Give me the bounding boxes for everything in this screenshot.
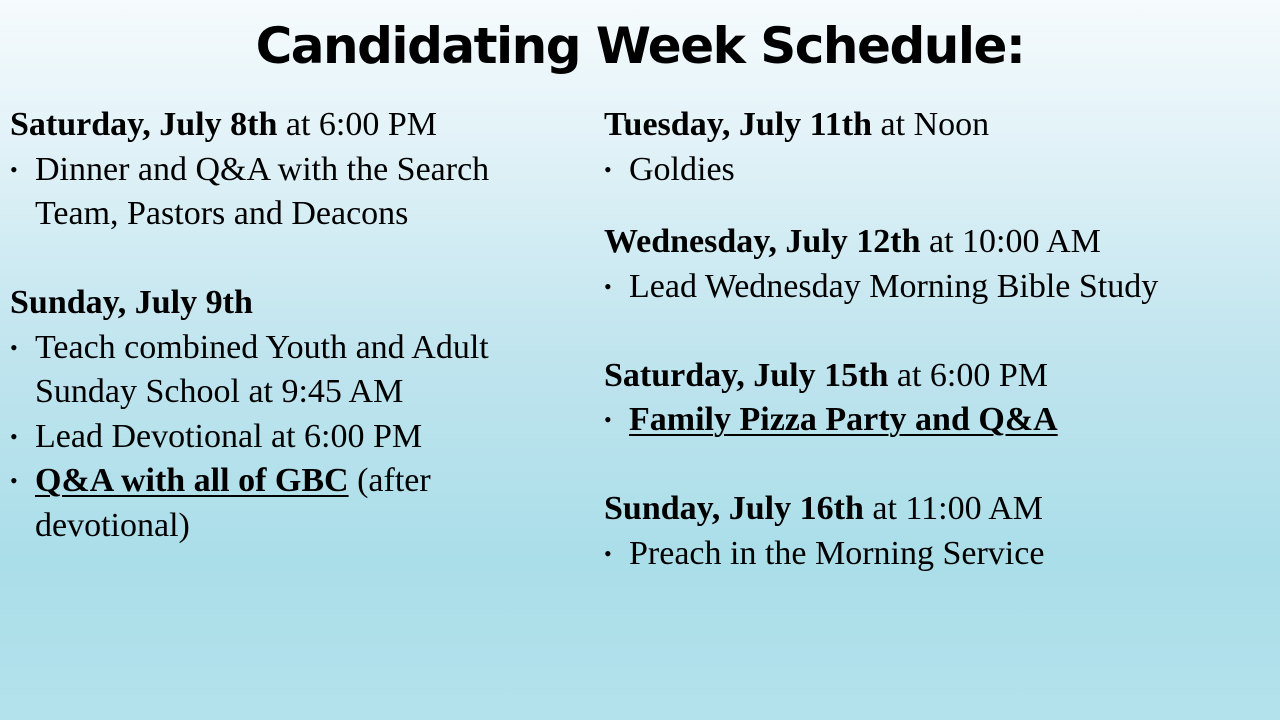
event-heading: Sunday, July 16th at 11:00 AM	[604, 487, 1274, 532]
event-time: at 11:00 AM	[872, 490, 1043, 527]
event-day: Sunday, July 9th	[10, 284, 253, 321]
event-saturday-july-15: Saturday, July 15th at 6:00 PM • Family …	[604, 354, 1274, 443]
item-line: Team, Pastors and Deacons	[35, 195, 409, 232]
item-line: Teach combined Youth and Adult	[35, 328, 489, 366]
item-line: Dinner and Q&A with the Search	[35, 150, 490, 188]
event-time: at 10:00 AM	[928, 223, 1101, 260]
event-heading: Saturday, July 15th at 6:00 PM	[604, 354, 1274, 399]
bullet-icon: •	[10, 423, 18, 449]
item-line: Lead Wednesday Morning Bible Study	[629, 267, 1159, 305]
list-item: • Family Pizza Party and Q&A	[604, 398, 1274, 443]
item-line: Lead Devotional at 6:00 PM	[35, 417, 423, 455]
slide-title: Candidating Week Schedule:	[255, 17, 1026, 75]
emphasis-text: Q&A with all of GBC	[35, 462, 349, 499]
event-sunday-july-9: Sunday, July 9th • Teach combined Youth …	[10, 281, 600, 548]
event-heading: Sunday, July 9th	[10, 281, 600, 326]
list-item: • Lead Wednesday Morning Bible Study	[604, 265, 1274, 310]
item-line: Sunday School at 9:45 AM	[35, 373, 404, 410]
event-time: at 6:00 PM	[285, 106, 437, 143]
item-line: Family Pizza Party and Q&A	[622, 398, 1274, 443]
event-sunday-july-16: Sunday, July 16th at 11:00 AM • Preach i…	[604, 487, 1274, 576]
item-line: devotional)	[35, 506, 190, 544]
item-line: Preach in the Morning Service	[629, 534, 1045, 572]
left-column: Saturday, July 8th at 6:00 PM • Dinner a…	[10, 103, 600, 548]
bullet-icon: •	[604, 540, 612, 566]
bullet-icon: •	[604, 273, 612, 299]
event-heading: Saturday, July 8th at 6:00 PM	[10, 103, 600, 148]
event-time: at Noon	[880, 106, 990, 143]
list-item: • Preach in the Morning Service	[604, 532, 1274, 577]
event-tuesday-july-11: Tuesday, July 11th at Noon • Goldies	[604, 103, 1274, 192]
right-column: Tuesday, July 11th at Noon • Goldies Wed…	[604, 103, 1274, 576]
list-item: • Dinner and Q&A with the Search Team, P…	[10, 148, 600, 237]
item-line: Goldies	[629, 150, 735, 188]
list-item: • Goldies	[604, 148, 1274, 193]
bullet-icon: •	[10, 468, 18, 493]
bullet-icon: •	[10, 156, 18, 182]
item-text: (after	[357, 462, 431, 499]
event-day: Saturday, July 8th	[10, 106, 278, 143]
event-day: Tuesday, July 11th	[604, 106, 873, 143]
bullet-icon: •	[604, 156, 612, 182]
event-heading: Wednesday, July 12th at 10:00 AM	[604, 220, 1274, 265]
list-item: • Q&A with all of GBC (after devotional)	[10, 459, 600, 548]
event-day: Wednesday, July 12th	[604, 223, 921, 260]
emphasis-text: Family Pizza Party and Q&A	[629, 401, 1058, 438]
bullet-icon: •	[10, 334, 18, 360]
event-wednesday-july-12: Wednesday, July 12th at 10:00 AM • Lead …	[604, 220, 1274, 309]
list-item: • Lead Devotional at 6:00 PM	[10, 415, 600, 460]
event-heading: Tuesday, July 11th at Noon	[604, 103, 1274, 148]
item-line: Q&A with all of GBC (after	[28, 459, 600, 504]
event-time: at 6:00 PM	[896, 356, 1048, 394]
event-day: Sunday, July 16th	[604, 490, 864, 527]
list-item: • Teach combined Youth and Adult Sunday …	[10, 326, 600, 415]
event-saturday-july-8: Saturday, July 8th at 6:00 PM • Dinner a…	[10, 103, 600, 237]
event-day: Saturday, July 15th	[604, 356, 889, 394]
bullet-icon: •	[604, 407, 612, 432]
